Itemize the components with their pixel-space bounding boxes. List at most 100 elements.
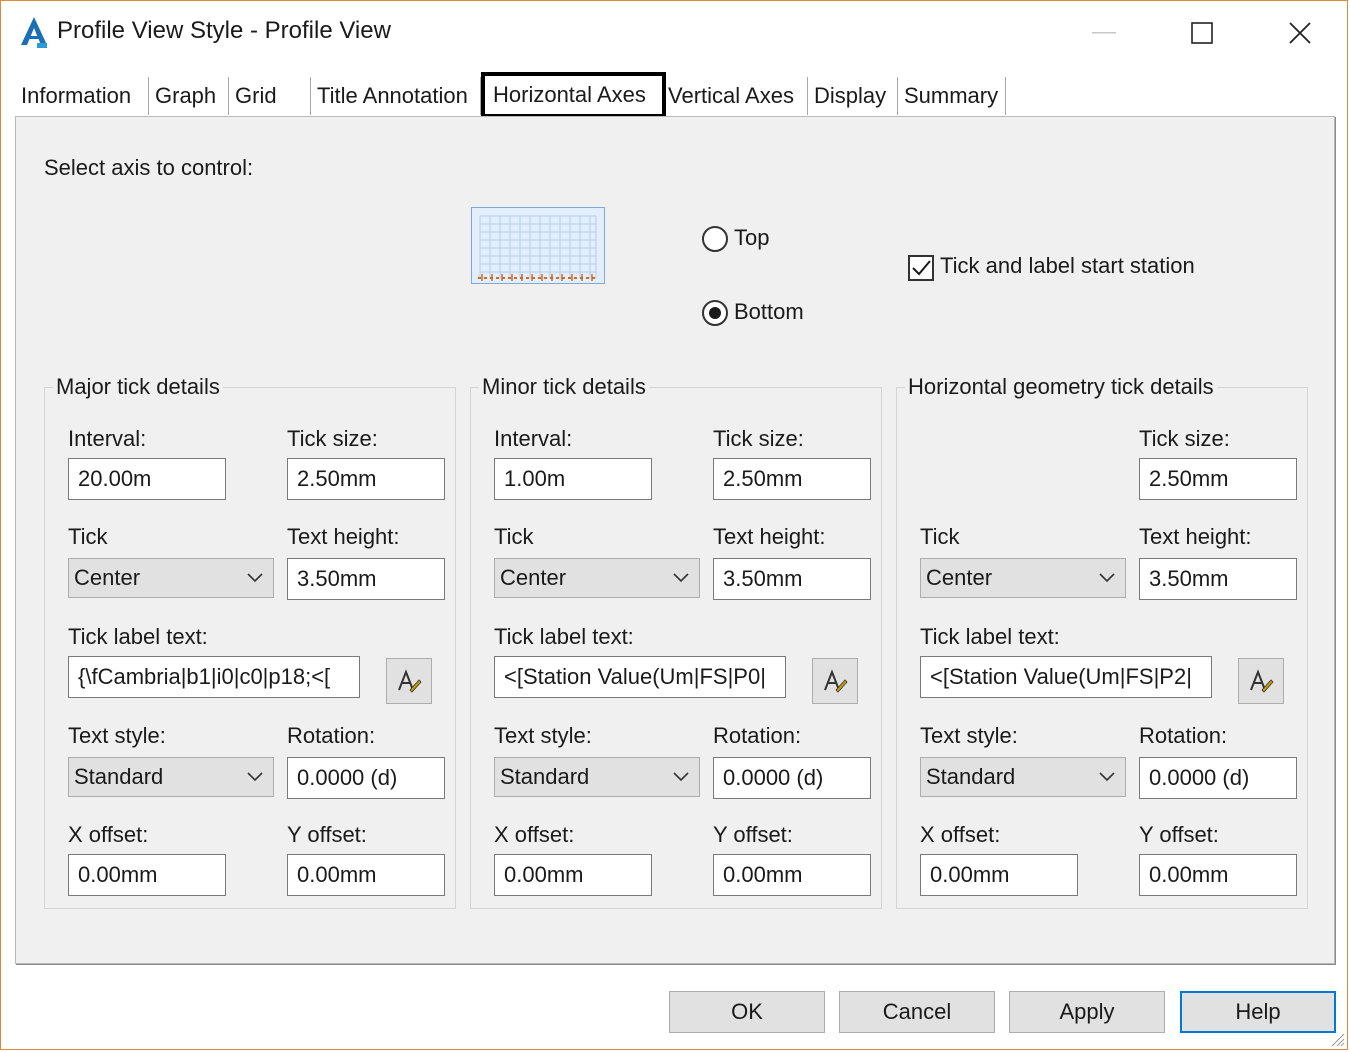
- radio-top[interactable]: [702, 226, 728, 252]
- major-text-style-select[interactable]: Standard: [68, 757, 274, 797]
- geometry-rotation-label: Rotation:: [1139, 723, 1228, 748]
- major-tick-size-input[interactable]: 2.50mm: [287, 458, 445, 500]
- major-tick-label: Tick: [68, 524, 108, 549]
- tab-information[interactable]: Information: [15, 77, 149, 115]
- window-title: Profile View Style - Profile View: [57, 17, 391, 44]
- geometry-label-editor-button[interactable]: [1238, 658, 1284, 704]
- tab-summary[interactable]: Summary: [898, 77, 1006, 115]
- minor-rotation-label: Rotation:: [713, 723, 802, 748]
- major-text-style-value: Standard: [74, 764, 164, 789]
- geometry-tick-select[interactable]: Center: [920, 558, 1126, 598]
- minor-tick-value: Center: [500, 565, 567, 590]
- minor-tick-size-label: Tick size:: [713, 426, 804, 451]
- major-interval-input[interactable]: 20.00m: [68, 458, 226, 500]
- minor-text-height-input[interactable]: 3.50mm: [713, 558, 871, 600]
- major-text-height-input[interactable]: 3.50mm: [287, 558, 445, 600]
- geometry-tick-label-text-label: Tick label text:: [920, 624, 1060, 649]
- ok-button[interactable]: OK: [669, 991, 825, 1033]
- minor-interval-label: Interval:: [494, 426, 573, 451]
- minor-interval-input[interactable]: 1.00m: [494, 458, 652, 500]
- tab-title-annotation[interactable]: Title Annotation: [311, 77, 481, 115]
- resize-grip-icon[interactable]: [1329, 1031, 1345, 1047]
- minor-tick-group: Minor tick details Interval: Tick size: …: [470, 374, 882, 909]
- geometry-text-style-label: Text style:: [920, 723, 1018, 748]
- geometry-tick-label: Tick: [920, 524, 960, 549]
- radio-bottom-label: Bottom: [734, 299, 804, 324]
- minor-rotation-input[interactable]: 0.0000 (d): [713, 757, 871, 799]
- text-component-editor-icon: [824, 669, 848, 693]
- minor-text-height-label: Text height:: [713, 524, 826, 549]
- radio-top-label: Top: [734, 225, 770, 250]
- minor-tick-label-text-label: Tick label text:: [494, 624, 634, 649]
- start-station-checkbox[interactable]: [908, 255, 934, 281]
- minor-text-style-value: Standard: [500, 764, 590, 789]
- geometry-tick-label-text-input[interactable]: <[Station Value(Um|FS|P2|: [920, 656, 1212, 698]
- minimize-icon: [1092, 32, 1116, 34]
- geometry-tick-size-input[interactable]: 2.50mm: [1139, 458, 1297, 500]
- tab-grid[interactable]: Grid: [229, 77, 311, 115]
- tab-strip: Information Graph Grid Title Annotation …: [15, 72, 1335, 118]
- axis-preview-grid: [478, 215, 598, 281]
- major-group-title: Major tick details: [53, 374, 223, 400]
- geometry-x-offset-input[interactable]: 0.00mm: [920, 854, 1078, 896]
- major-tick-label-text-input[interactable]: {\fCambria|b1|i0|c0|p18;<[: [68, 656, 360, 698]
- minor-x-offset-label: X offset:: [494, 822, 575, 847]
- minor-y-offset-input[interactable]: 0.00mm: [713, 854, 871, 896]
- minor-x-offset-input[interactable]: 0.00mm: [494, 854, 652, 896]
- radio-bottom[interactable]: [702, 300, 728, 326]
- major-text-style-label: Text style:: [68, 723, 166, 748]
- major-interval-label: Interval:: [68, 426, 147, 451]
- major-tick-label-text-label: Tick label text:: [68, 624, 208, 649]
- minor-text-style-select[interactable]: Standard: [494, 757, 700, 797]
- title-bar: Profile View Style - Profile View: [1, 1, 1347, 63]
- geometry-text-height-label: Text height:: [1139, 524, 1252, 549]
- minor-tick-label-text-input[interactable]: <[Station Value(Um|FS|P0|: [494, 656, 786, 698]
- geometry-rotation-input[interactable]: 0.0000 (d): [1139, 757, 1297, 799]
- geometry-y-offset-input[interactable]: 0.00mm: [1139, 854, 1297, 896]
- text-component-editor-icon: [1250, 669, 1274, 693]
- close-icon: [1289, 22, 1311, 44]
- major-text-height-label: Text height:: [287, 524, 400, 549]
- geometry-group-title: Horizontal geometry tick details: [905, 374, 1217, 400]
- chevron-down-icon: [1099, 772, 1115, 782]
- major-tick-value: Center: [74, 565, 141, 590]
- major-rotation-input[interactable]: 0.0000 (d): [287, 757, 445, 799]
- axis-preview: [471, 207, 605, 284]
- major-tick-select[interactable]: Center: [68, 558, 274, 598]
- chevron-down-icon: [1099, 573, 1115, 583]
- geometry-x-offset-label: X offset:: [920, 822, 1001, 847]
- geometry-tick-group: Horizontal geometry tick details Tick si…: [896, 374, 1308, 909]
- maximize-icon: [1191, 22, 1213, 44]
- minor-tick-select[interactable]: Center: [494, 558, 700, 598]
- minor-y-offset-label: Y offset:: [713, 822, 793, 847]
- geometry-text-height-input[interactable]: 3.50mm: [1139, 558, 1297, 600]
- autocad-civil-icon: [21, 17, 47, 48]
- close-button[interactable]: [1277, 13, 1323, 53]
- tab-vertical-axes[interactable]: Vertical Axes: [662, 77, 808, 115]
- minor-group-title: Minor tick details: [479, 374, 649, 400]
- geometry-tick-value: Center: [926, 565, 993, 590]
- tab-horizontal-axes[interactable]: Horizontal Axes: [481, 72, 666, 118]
- help-button[interactable]: Help: [1180, 991, 1336, 1033]
- major-tick-size-label: Tick size:: [287, 426, 378, 451]
- geometry-tick-size-label: Tick size:: [1139, 426, 1230, 451]
- maximize-button[interactable]: [1179, 13, 1225, 53]
- tab-graph[interactable]: Graph: [149, 77, 229, 115]
- tab-display[interactable]: Display: [808, 77, 898, 115]
- minor-label-editor-button[interactable]: [812, 658, 858, 704]
- horizontal-axes-panel: Select axis to control: Top Bottom Tick …: [15, 116, 1335, 964]
- major-x-offset-input[interactable]: 0.00mm: [68, 854, 226, 896]
- major-label-editor-button[interactable]: [386, 658, 432, 704]
- major-y-offset-label: Y offset:: [287, 822, 367, 847]
- apply-button[interactable]: Apply: [1009, 991, 1165, 1033]
- geometry-text-style-select[interactable]: Standard: [920, 757, 1126, 797]
- cancel-button[interactable]: Cancel: [839, 991, 995, 1033]
- minor-tick-size-input[interactable]: 2.50mm: [713, 458, 871, 500]
- select-axis-label: Select axis to control:: [44, 155, 254, 180]
- chevron-down-icon: [247, 772, 263, 782]
- minimize-button[interactable]: [1081, 13, 1127, 53]
- chevron-down-icon: [247, 573, 263, 583]
- chevron-down-icon: [673, 573, 689, 583]
- major-y-offset-input[interactable]: 0.00mm: [287, 854, 445, 896]
- checkmark-icon: [912, 260, 931, 276]
